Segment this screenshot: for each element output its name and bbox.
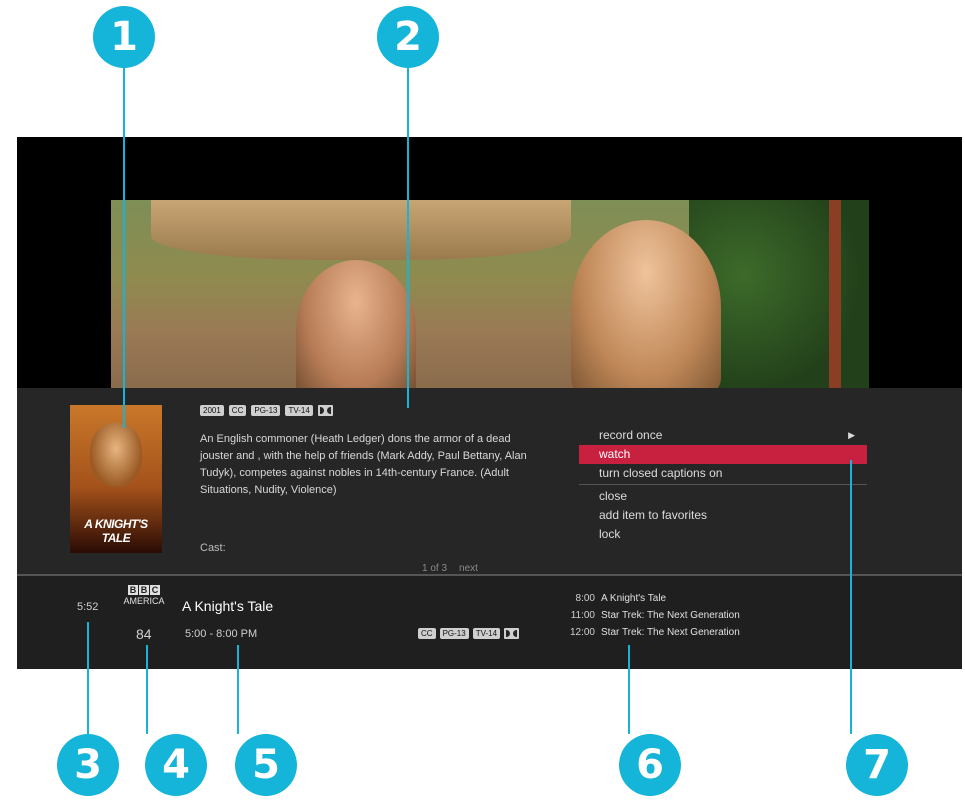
menu-item-label: close	[599, 489, 628, 503]
pager: 1 of 3 next	[422, 563, 478, 574]
cc-badge: CC	[418, 628, 436, 639]
program-synopsis: An English commoner (Heath Ledger) dons …	[200, 433, 527, 496]
next-link[interactable]: next	[459, 563, 478, 574]
callout-4: 4	[145, 734, 207, 796]
channel-badges: CC PG-13 TV-14	[418, 628, 520, 639]
chevron-right-icon: ▶	[848, 430, 855, 440]
tv-rating-badge: TV-14	[472, 628, 501, 639]
callout-1: 1	[93, 6, 155, 68]
menu-item-closed-captions[interactable]: turn closed captions on	[579, 464, 867, 483]
callout-3: 3	[57, 734, 119, 796]
logo-subtitle: AMERICA	[123, 596, 165, 606]
channel-number: 84	[136, 626, 152, 642]
current-program-title: A Knight's Tale	[182, 598, 274, 614]
menu-item-label: lock	[599, 527, 621, 541]
rating-badge: PG-13	[439, 628, 469, 639]
list-item[interactable]: 12:00 Star Trek: The Next Generation	[565, 624, 740, 641]
menu-divider	[579, 484, 867, 485]
logo-letter: B	[139, 585, 149, 595]
upcoming-list: 8:00 A Knight's Tale 11:00 Star Trek: Th…	[565, 590, 740, 641]
tv-screen: A KNIGHT'S TALE 2001 CC PG-13 TV-14 An E…	[17, 137, 962, 669]
poster-face	[90, 423, 142, 487]
upcoming-time: 12:00	[569, 627, 595, 638]
video-scene-pole	[829, 200, 841, 388]
program-time-range: 5:00 - 8:00 PM	[185, 628, 258, 640]
action-menu: record once ▶ watch turn closed captions…	[579, 426, 867, 544]
video-scene-person	[296, 260, 416, 388]
logo-letter: C	[150, 585, 160, 595]
dolby-icon	[317, 405, 333, 416]
tv-rating-badge: TV-14	[285, 405, 313, 416]
menu-item-close[interactable]: close	[579, 487, 867, 506]
callout-6-leader	[628, 645, 630, 734]
list-item[interactable]: 8:00 A Knight's Tale	[565, 590, 740, 607]
menu-item-record-once[interactable]: record once ▶	[579, 426, 867, 445]
callout-4-leader	[146, 645, 148, 734]
menu-item-watch[interactable]: watch	[579, 445, 867, 464]
program-poster: A KNIGHT'S TALE	[70, 405, 162, 553]
upcoming-title: Star Trek: The Next Generation	[601, 610, 740, 621]
callout-5-leader	[237, 645, 239, 734]
upcoming-time: 11:00	[570, 610, 595, 621]
menu-item-label: watch	[599, 447, 631, 461]
menu-item-label: turn closed captions on	[599, 466, 723, 480]
page-indicator: 1 of 3	[422, 563, 448, 574]
video-scene-umbrella	[151, 200, 571, 260]
callout-5: 5	[235, 734, 297, 796]
current-time: 5:52	[77, 601, 99, 613]
poster-title: A KNIGHT'S TALE	[84, 517, 148, 545]
menu-item-add-favorites[interactable]: add item to favorites	[579, 506, 867, 525]
upcoming-title: A Knight's Tale	[601, 593, 667, 604]
callout-7: 7	[846, 734, 908, 796]
video-preview	[111, 200, 869, 388]
video-scene-person	[571, 220, 721, 388]
callout-7-leader	[850, 460, 852, 734]
callout-6: 6	[619, 734, 681, 796]
upcoming-time: 8:00	[575, 593, 595, 604]
callout-3-leader	[87, 622, 89, 734]
callout-2: 2	[377, 6, 439, 68]
year-badge: 2001	[200, 405, 224, 416]
dolby-icon	[504, 628, 520, 639]
rating-badge: PG-13	[251, 405, 281, 416]
logo-letter: B	[128, 585, 138, 595]
channel-guide-bar: 5:52 B B C AMERICA A Knight's Tale 84 5:…	[17, 574, 962, 669]
program-badges: 2001 CC PG-13 TV-14	[200, 405, 333, 416]
list-item[interactable]: 11:00 Star Trek: The Next Generation	[565, 607, 740, 624]
menu-item-label: add item to favorites	[599, 508, 708, 522]
callout-1-leader	[123, 68, 125, 428]
menu-item-label: record once	[599, 428, 663, 442]
upcoming-title: Star Trek: The Next Generation	[601, 627, 740, 638]
menu-item-lock[interactable]: lock	[579, 525, 867, 544]
program-info-panel: A KNIGHT'S TALE 2001 CC PG-13 TV-14 An E…	[17, 388, 962, 574]
cast-label: Cast:	[200, 542, 226, 554]
callout-2-leader	[407, 68, 409, 408]
channel-logo: B B C AMERICA	[120, 585, 168, 606]
cc-badge: CC	[228, 405, 247, 416]
